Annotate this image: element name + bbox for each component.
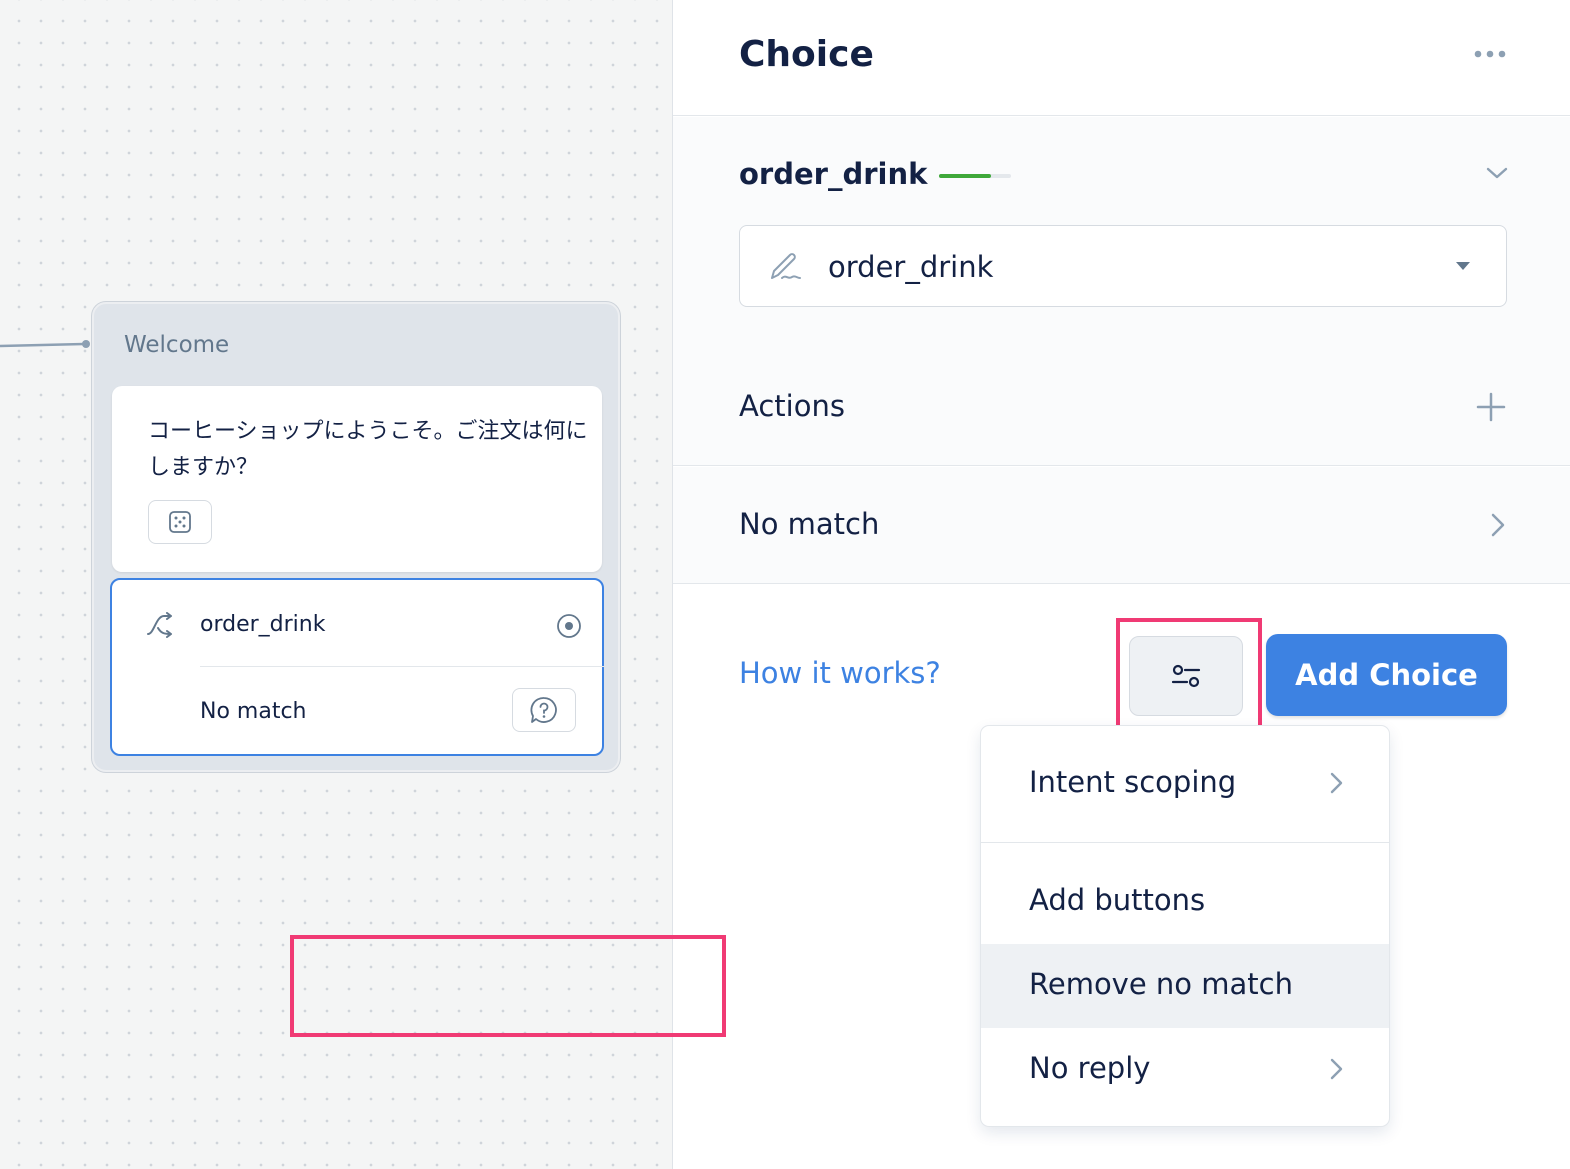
intent-select[interactable]: order_drink	[739, 225, 1507, 307]
choice-path-order-drink[interactable]: order_drink	[112, 580, 604, 668]
chevron-right-icon	[1330, 1058, 1343, 1080]
intent-completeness-fill	[939, 174, 991, 178]
chevron-right-icon	[1491, 513, 1505, 537]
intent-select-value: order_drink	[828, 250, 994, 284]
no-match-label: No match	[739, 507, 880, 541]
actions-section[interactable]: Actions	[673, 349, 1570, 466]
no-match-button[interactable]	[512, 688, 576, 732]
settings-sliders-icon	[1171, 664, 1201, 688]
pen-icon	[771, 253, 801, 279]
choice-step[interactable]: order_drink No match	[110, 578, 604, 756]
chevron-down-icon[interactable]	[1485, 165, 1509, 181]
welcome-block[interactable]: Welcome コーヒーショップにようこそ。ご注文は何にしますか？ order_…	[92, 302, 620, 772]
settings-dropdown-menu: Intent scoping Add buttons Remove no mat…	[981, 726, 1389, 1126]
no-match-path-label: No match	[200, 699, 307, 724]
menu-item-no-reply[interactable]: No reply	[981, 1028, 1389, 1112]
no-match-section[interactable]: No match	[673, 467, 1570, 584]
chevron-right-icon	[1330, 772, 1343, 794]
divider	[200, 666, 604, 667]
menu-item-intent-scoping[interactable]: Intent scoping	[981, 742, 1389, 826]
help-bubble-icon	[530, 697, 557, 723]
menu-item-remove-no-match[interactable]: Remove no match	[981, 944, 1389, 1028]
how-it-works-link[interactable]: How it works?	[739, 656, 941, 690]
intent-name: order_drink	[739, 157, 928, 191]
menu-item-label: Remove no match	[1029, 967, 1293, 1001]
more-icon[interactable]	[1473, 46, 1507, 62]
panel-header: Choice	[673, 0, 1570, 116]
divider	[981, 842, 1389, 843]
menu-item-label: Intent scoping	[1029, 765, 1237, 799]
shuffle-icon	[147, 612, 172, 638]
dice-icon	[169, 511, 191, 533]
target-icon[interactable]	[556, 613, 582, 639]
plus-icon[interactable]	[1475, 391, 1507, 423]
choice-path-label: order_drink	[200, 612, 326, 637]
menu-item-label: Add buttons	[1029, 883, 1206, 917]
menu-item-add-buttons[interactable]: Add buttons	[981, 860, 1389, 944]
speak-step[interactable]: コーヒーショップにようこそ。ご注文は何にしますか？	[112, 386, 602, 572]
intent-completeness-bar	[939, 174, 1011, 178]
flow-canvas[interactable]: Welcome コーヒーショップにようこそ。ご注文は何にしますか？ order_…	[0, 0, 672, 1169]
settings-button[interactable]	[1129, 636, 1243, 716]
block-title: Welcome	[124, 332, 230, 358]
editor-panel: Choice order_drink order_drink Actions N…	[672, 0, 1570, 1169]
add-choice-button[interactable]: Add Choice	[1266, 634, 1507, 716]
connection-line	[0, 340, 90, 348]
menu-item-label: No reply	[1029, 1051, 1151, 1085]
panel-title: Choice	[739, 34, 874, 75]
intent-section: order_drink order_drink	[673, 117, 1570, 466]
variant-button[interactable]	[148, 500, 212, 544]
actions-label: Actions	[739, 389, 845, 423]
speak-text: コーヒーショップにようこそ。ご注文は何にしますか？	[148, 419, 588, 480]
caret-down-icon	[1456, 262, 1470, 270]
